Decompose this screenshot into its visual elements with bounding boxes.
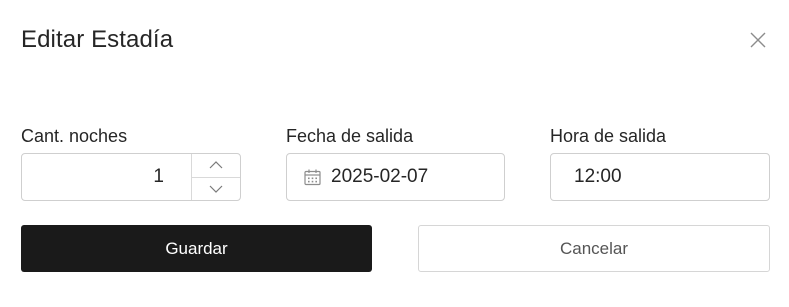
edit-stay-dialog: Editar Estadía Cant. noches 1 Fecha de s… — [0, 0, 789, 307]
checkout-time-input[interactable]: 12:00 — [550, 153, 770, 201]
nights-stepper[interactable]: 1 — [21, 153, 241, 201]
close-icon — [750, 32, 766, 48]
nights-input[interactable]: 1 — [22, 154, 191, 200]
nights-label: Cant. noches — [21, 126, 128, 146]
calendar-icon — [304, 169, 321, 186]
decrement-button[interactable] — [192, 178, 240, 201]
checkout-time-label: Hora de salida — [550, 126, 667, 146]
checkout-time-value: 12:00 — [574, 166, 622, 187]
chevron-down-icon — [209, 185, 223, 193]
cancel-button[interactable]: Cancelar — [418, 225, 770, 272]
save-button[interactable]: Guardar — [21, 225, 372, 272]
checkout-date-value: 2025-02-07 — [331, 166, 429, 187]
close-button[interactable] — [748, 30, 768, 50]
stepper-arrows — [191, 154, 240, 200]
dialog-title: Editar Estadía — [21, 26, 174, 53]
checkout-date-picker[interactable]: 2025-02-07 — [286, 153, 505, 201]
checkout-date-label: Fecha de salida — [286, 126, 414, 146]
chevron-up-icon — [209, 161, 223, 169]
increment-button[interactable] — [192, 154, 240, 178]
